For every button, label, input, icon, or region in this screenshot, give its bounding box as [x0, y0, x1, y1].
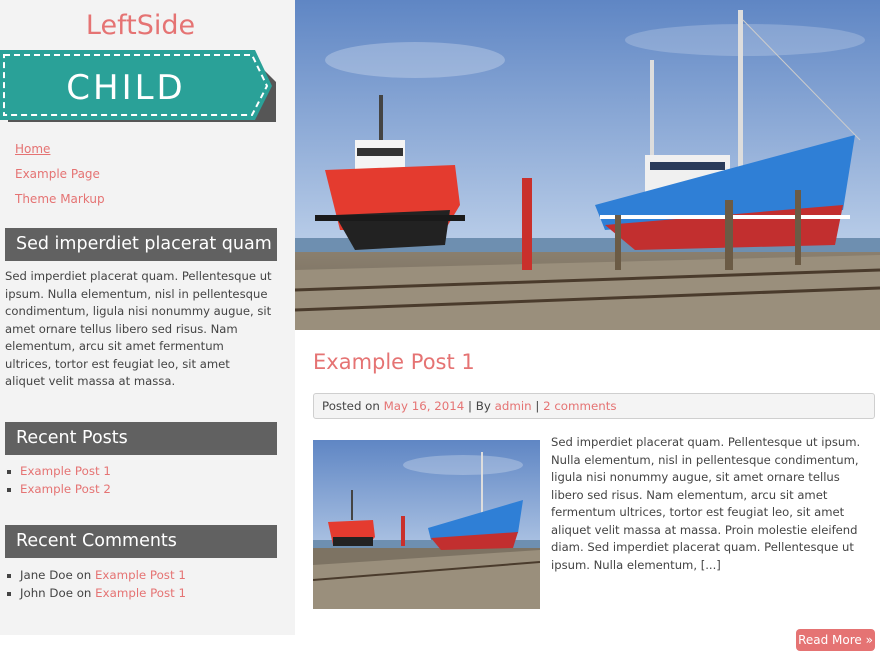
- comment-post-link[interactable]: Example Post 1: [95, 586, 186, 600]
- list-item: Jane Doe on Example Post 1: [5, 567, 186, 585]
- menu-item-example-page[interactable]: Example Page: [15, 167, 105, 192]
- recent-posts-list: Example Post 1 Example Post 2: [5, 463, 111, 498]
- logo-text: CHILD: [66, 68, 185, 108]
- author-link[interactable]: admin: [495, 399, 532, 413]
- comment-post-link[interactable]: Example Post 1: [95, 568, 186, 582]
- by-label: By: [475, 399, 491, 413]
- comment-author: Jane Doe: [20, 568, 73, 582]
- meta-separator: |: [468, 399, 473, 413]
- menu-item-home[interactable]: Home: [15, 142, 105, 167]
- read-more-button[interactable]: Read More »: [796, 629, 875, 651]
- comment-on: on: [76, 585, 92, 600]
- post-thumbnail[interactable]: [313, 440, 540, 609]
- comment-on: on: [76, 568, 92, 582]
- comments-link[interactable]: 2 comments: [543, 399, 616, 413]
- sidebar: LeftSide CHILD Home Example Page Theme M…: [0, 0, 295, 635]
- menu-link[interactable]: Example Page: [15, 167, 100, 181]
- post-meta: Posted on May 16, 2014 | By admin | 2 co…: [313, 393, 875, 419]
- meta-separator: |: [535, 399, 540, 413]
- list-item: John Doe on Example Post 1: [5, 585, 186, 603]
- text-widget-body: Sed imperdiet placerat quam. Pellentesqu…: [5, 269, 272, 388]
- menu-link[interactable]: Home: [15, 142, 50, 156]
- site-title[interactable]: LeftSide: [0, 10, 281, 41]
- main-menu: Home Example Page Theme Markup: [15, 142, 105, 217]
- list-item: Example Post 2: [5, 481, 111, 499]
- recent-comments-title: Recent Comments: [5, 525, 277, 558]
- menu-link[interactable]: Theme Markup: [15, 192, 105, 206]
- recent-comments-list: Jane Doe on Example Post 1 John Doe on E…: [5, 567, 186, 602]
- posted-on-label: Posted on: [322, 399, 380, 413]
- post-date-link[interactable]: May 16, 2014: [384, 399, 465, 413]
- list-item: Example Post 1: [5, 463, 111, 481]
- recent-post-link[interactable]: Example Post 1: [20, 464, 111, 478]
- recent-posts-title: Recent Posts: [5, 422, 277, 455]
- site-logo-ribbon[interactable]: CHILD: [0, 50, 280, 122]
- header-image: [295, 0, 880, 330]
- post-excerpt: Sed imperdiet placerat quam. Pellentesqu…: [551, 435, 861, 572]
- menu-item-theme-markup[interactable]: Theme Markup: [15, 192, 105, 217]
- post-title[interactable]: Example Post 1: [313, 350, 475, 374]
- comment-author: John Doe: [20, 585, 73, 600]
- recent-post-link[interactable]: Example Post 2: [20, 482, 111, 496]
- text-widget-title: Sed imperdiet placerat quam: [5, 228, 277, 261]
